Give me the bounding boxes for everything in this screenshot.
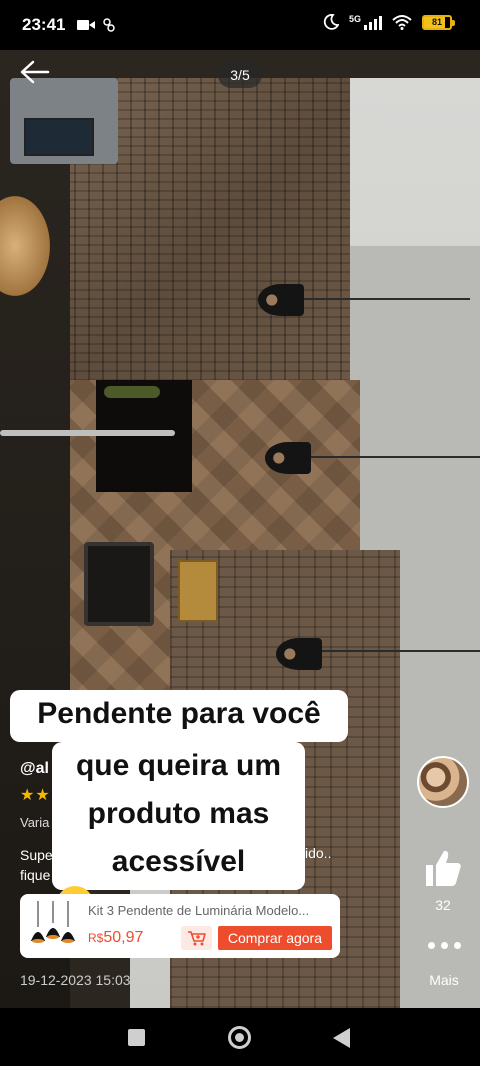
caption-line-3: produto mas (87, 797, 270, 830)
system-nav-bar (0, 1008, 480, 1066)
status-time: 23:41 (22, 15, 66, 34)
photo-bottle (104, 386, 160, 398)
product-thumbnail (28, 901, 78, 951)
battery-icon: 81 (422, 14, 455, 30)
signal-icon: 5G (349, 14, 382, 30)
caption-line-4: acessível (111, 845, 246, 878)
photo-lamp-cord-2 (305, 456, 480, 458)
review-variation: Varia (20, 815, 50, 830)
buy-now-button[interactable]: Comprar agora (217, 925, 332, 950)
home-icon[interactable] (228, 1026, 251, 1049)
review-stars: ★★ (20, 787, 51, 804)
photo-pendant-lamp-3 (276, 638, 322, 670)
wifi-icon (392, 15, 412, 30)
photo-lamp-cord-3 (318, 650, 480, 652)
video-icon (77, 20, 96, 30)
review-description-line-1: Supe (20, 847, 53, 863)
photo-faucet (0, 430, 175, 436)
review-description-line-2: fique (20, 867, 51, 883)
more-dots-icon[interactable] (424, 934, 464, 956)
photo-stove (84, 542, 154, 626)
photo-pendant-lamp-1 (258, 284, 304, 316)
thumbs-up-icon[interactable] (424, 848, 462, 888)
product-card[interactable]: Kit 3 Pendente de Luminária Modelo... R$… (20, 894, 340, 958)
photo-pendant-lamp-2 (265, 442, 311, 474)
review-description-left: Supe fique (20, 845, 53, 885)
price-value: 50,97 (103, 928, 144, 946)
status-left-icons (77, 18, 116, 32)
product-price: R$50,97 (88, 929, 143, 947)
network-type: 5G (348, 14, 361, 24)
viewer-top-bar: 3/5 (0, 50, 480, 100)
photo-lamp-cord-1 (300, 298, 470, 300)
caption-line-2: que queira um (75, 749, 282, 782)
photo-ornament (0, 196, 50, 296)
more-label[interactable]: Mais (420, 972, 468, 988)
caption-block: que queira um produto mas acessível (52, 742, 305, 925)
nav-back-icon[interactable] (333, 1028, 350, 1048)
price-currency: R$ (88, 930, 104, 945)
page-indicator: 3/5 (218, 62, 262, 88)
back-arrow-icon[interactable] (18, 58, 52, 86)
author-avatar[interactable] (417, 756, 469, 808)
caption-line-1-text: Pendente para você (37, 697, 321, 730)
review-timestamp: 19-12-2023 15:03 (20, 972, 131, 988)
like-count: 32 (435, 897, 451, 913)
review-description-right[interactable]: ido.. (305, 845, 331, 861)
add-to-cart-button[interactable] (181, 925, 212, 950)
status-right-icons: 5G 81 (323, 14, 455, 30)
recent-apps-icon[interactable] (128, 1029, 145, 1046)
moon-icon (323, 14, 339, 30)
review-author-handle[interactable]: @al (20, 760, 49, 778)
recording-icon (103, 18, 116, 32)
caption-line-1: Pendente para você (10, 690, 348, 742)
product-title[interactable]: Kit 3 Pendente de Luminária Modelo... (88, 903, 332, 918)
photo-cutting-board (178, 560, 218, 622)
status-bar: 23:41 5G 81 (0, 0, 480, 50)
product-row: R$50,97 Comprar agora (88, 925, 332, 950)
cart-icon (187, 930, 206, 945)
battery-level: 81 (431, 17, 442, 27)
product-info: Kit 3 Pendente de Luminária Modelo... R$… (88, 903, 332, 950)
